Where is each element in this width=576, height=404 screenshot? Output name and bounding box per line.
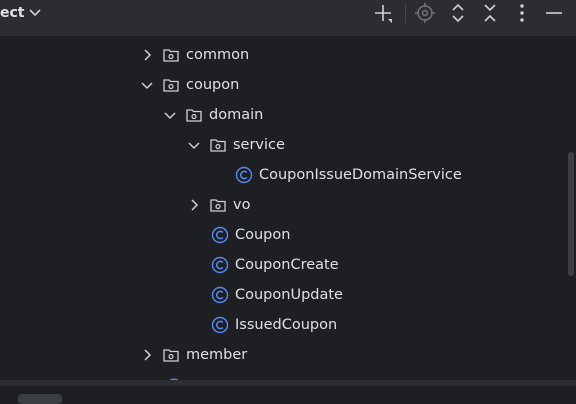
tree-node-coupon-update[interactable]: CouponUpdate	[211, 284, 343, 306]
tree-node-coupon[interactable]: coupon	[140, 74, 239, 96]
package-folder-icon	[209, 196, 227, 214]
chevron-down-icon[interactable]	[187, 138, 201, 152]
chevron-right-icon[interactable]	[187, 198, 201, 212]
project-tree: common coupon domain service CouponIssue…	[0, 36, 576, 380]
locate-icon[interactable]	[414, 2, 436, 24]
package-folder-icon	[162, 346, 180, 364]
tree-node-coupon-issue-domain-service[interactable]: CouponIssueDomainService	[235, 164, 462, 186]
tree-node-label: Coupon	[235, 227, 291, 243]
tool-window-title[interactable]: ect	[0, 5, 25, 21]
class-icon	[211, 226, 229, 244]
package-folder-icon	[185, 106, 203, 124]
chevron-right-icon[interactable]	[140, 48, 154, 62]
tree-node-member[interactable]: member	[140, 344, 247, 366]
chevron-down-icon[interactable]	[140, 78, 154, 92]
tree-node-service[interactable]: service	[187, 134, 285, 156]
bottom-tool-tab[interactable]	[18, 394, 62, 404]
minimize-icon[interactable]	[543, 2, 565, 24]
vertical-scrollbar[interactable]	[568, 152, 574, 276]
tree-node-label: common	[186, 47, 250, 63]
chevron-down-icon[interactable]	[28, 5, 42, 19]
class-icon	[235, 166, 253, 184]
tree-node-label: CouponIssueDomainService	[259, 167, 462, 183]
class-icon	[211, 256, 229, 274]
tree-node-label: IssuedCoupon	[235, 317, 338, 333]
tree-node-label: CouponUpdate	[235, 287, 343, 303]
tree-node-issued-coupon[interactable]: IssuedCoupon	[211, 314, 337, 336]
tree-node-coupon-class[interactable]: Coupon	[211, 224, 290, 246]
tree-node-label: vo	[233, 197, 251, 213]
tree-node-label: coupon	[186, 77, 240, 93]
package-folder-icon	[162, 76, 180, 94]
tree-node-label: domain	[209, 107, 264, 123]
package-folder-icon	[209, 136, 227, 154]
toolbar-divider	[405, 3, 406, 23]
chevron-right-icon[interactable]	[140, 348, 154, 362]
package-folder-icon	[162, 46, 180, 64]
tree-node-domain[interactable]: domain	[163, 104, 263, 126]
tree-node-vo[interactable]: vo	[187, 194, 250, 216]
more-options-icon[interactable]	[511, 2, 533, 24]
class-icon	[211, 316, 229, 334]
collapse-all-icon[interactable]	[479, 2, 501, 24]
tree-node-label: service	[233, 137, 285, 153]
tree-node-label: CouponCreate	[235, 257, 339, 273]
bottom-panel	[0, 386, 576, 400]
add-icon[interactable]	[372, 2, 394, 24]
tree-node-common[interactable]: common	[140, 44, 249, 66]
tool-window-header: ect	[0, 0, 576, 36]
expand-all-icon[interactable]	[447, 2, 469, 24]
class-icon	[211, 286, 229, 304]
tree-node-label: member	[186, 347, 248, 363]
tree-node-coupon-create[interactable]: CouponCreate	[211, 254, 339, 276]
chevron-down-icon[interactable]	[163, 108, 177, 122]
